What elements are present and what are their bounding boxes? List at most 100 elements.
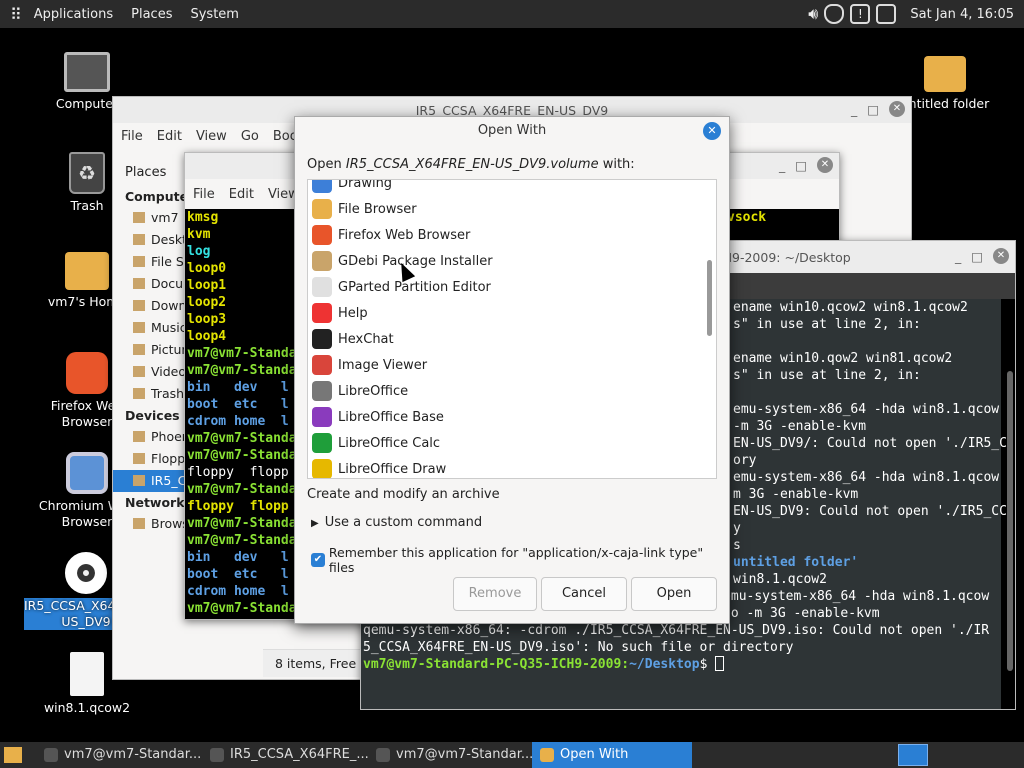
terminal-text: 5_CCSA_X64FRE_EN-US_DV9.iso': No such fi… (363, 640, 794, 655)
app-list-item[interactable]: LibreOffice Calc (312, 430, 440, 456)
prompt-suffix: with: (598, 157, 635, 172)
desktop-icon-label: win8.1.qcow2 (43, 700, 131, 715)
dialog-close-button[interactable]: ✕ (703, 122, 721, 140)
terminal-line: qemu-system-x86_64: -cdrom ./IR5_CCSA_X6… (363, 622, 1001, 639)
sidebar-item-label: vm7 (151, 210, 179, 225)
app-list-label: GParted Partition Editor (338, 279, 491, 295)
chromium-icon (66, 452, 108, 494)
window-list-icon[interactable] (876, 4, 897, 24)
places-menu[interactable]: Places (125, 7, 178, 22)
app-list-item[interactable]: File Browser (312, 196, 417, 222)
app-list-label: Image Viewer (338, 357, 428, 373)
libreoffice-calc-icon (312, 433, 332, 453)
taskbar-button[interactable]: Open With (532, 742, 692, 768)
menu-file[interactable]: File (193, 187, 215, 202)
app-list-label: LibreOffice Draw (338, 461, 447, 477)
maximize-button[interactable]: □ (867, 102, 879, 117)
folder-icon (133, 256, 145, 267)
help-icon (312, 303, 332, 323)
remove-button[interactable]: Remove (453, 577, 537, 611)
app-list-label: Help (338, 305, 368, 321)
remember-checkbox[interactable]: ✔ (311, 553, 325, 567)
disc-icon (65, 552, 107, 594)
notification-icon[interactable]: ! (850, 4, 871, 24)
close-button[interactable]: ✕ (993, 248, 1009, 264)
menu-edit[interactable]: Edit (157, 129, 182, 144)
apps-grid-icon[interactable]: ⠿ (10, 5, 22, 24)
libreoffice-base-icon (312, 407, 332, 427)
drawing-icon (312, 180, 332, 193)
top-panel: ⠿ Applications Places System 🔊︎ ! Sat Ja… (0, 0, 1024, 28)
clock[interactable]: Sat Jan 4, 16:05 (910, 7, 1014, 22)
prompt-filename: IR5_CCSA_X64FRE_EN-US_DV9.volume (345, 157, 599, 172)
app-list-item[interactable]: Drawing (312, 180, 392, 196)
task-icon (210, 748, 224, 762)
libreoffice-icon (312, 381, 332, 401)
taskbar-button[interactable]: vm7@vm7-Standar... (368, 742, 533, 768)
task-icon (376, 748, 390, 762)
taskbar-button[interactable]: vm7@vm7-Standar... (36, 742, 201, 768)
folder-icon (133, 366, 145, 377)
minimize-button[interactable]: _ (955, 249, 961, 264)
menu-edit[interactable]: Edit (229, 187, 254, 202)
application-list[interactable]: Drawing File Browser Firefox Web Browser GD… (307, 179, 717, 479)
dialog-prompt: Open IR5_CCSA_X64FRE_EN-US_DV9.volume wi… (307, 157, 635, 172)
sidebar-item-label: Music (151, 320, 187, 335)
sidebar-item-label: Trash (151, 386, 185, 401)
folder-icon (924, 56, 966, 92)
volume-icon[interactable]: 🔊︎ (808, 4, 818, 24)
folder-icon (133, 300, 145, 311)
terminal-path: ~/Desktop (629, 657, 700, 672)
app-list-item[interactable]: LibreOffice Base (312, 404, 444, 430)
close-button[interactable]: ✕ (889, 101, 905, 117)
gparted-partition-editor-icon (312, 277, 332, 297)
task-label: Open With (560, 747, 629, 762)
app-list-label: LibreOffice Base (338, 409, 444, 425)
task-label: vm7@vm7-Standar... (64, 747, 202, 762)
folder-icon (133, 322, 145, 333)
trash-icon: ♻ (69, 152, 105, 194)
minimize-button[interactable]: _ (851, 102, 857, 117)
folder-icon (133, 518, 145, 529)
expander-arrow-icon: ▶ (311, 518, 319, 529)
prompt-prefix: Open (307, 157, 346, 172)
applications-menu[interactable]: Applications (28, 7, 119, 22)
menu-view[interactable]: View (196, 129, 227, 144)
app-list-item[interactable]: Image Viewer (312, 352, 427, 378)
app-list-label: LibreOffice (338, 383, 409, 399)
show-desktop-icon[interactable] (4, 747, 22, 763)
taskbar-button[interactable]: IR5_CCSA_X64FRE_... (202, 742, 369, 768)
dialog-title: Open With (477, 123, 547, 138)
app-list-item[interactable]: Firefox Web Browser (312, 222, 470, 248)
app-list-item[interactable]: LibreOffice Draw (312, 456, 447, 478)
file-browser-icon (312, 199, 332, 219)
close-button[interactable]: ✕ (817, 157, 833, 173)
minimize-button[interactable]: _ (779, 158, 785, 173)
app-list-item[interactable]: Help (312, 300, 368, 326)
folder-icon (133, 475, 145, 486)
open-button[interactable]: Open (631, 577, 717, 611)
task-icon (44, 748, 58, 762)
cancel-button[interactable]: Cancel (541, 577, 627, 611)
app-list-item[interactable]: HexChat (312, 326, 394, 352)
remember-label: Remember this application for "applicati… (328, 545, 704, 575)
app-list-item[interactable]: LibreOffice (312, 378, 408, 404)
terminal-prompt: vm7@vm7-Standard-PC-Q35-ICH9-2009: (363, 657, 630, 672)
remember-checkbox-row[interactable]: ✔ Remember this application for "applica… (311, 545, 729, 575)
home-folder-icon (65, 252, 109, 290)
system-menu[interactable]: System (184, 7, 244, 22)
gdebi-package-installer-icon (312, 251, 332, 271)
maximize-button[interactable]: □ (795, 158, 807, 173)
menu-file[interactable]: File (121, 129, 143, 144)
custom-command-expander[interactable]: ▶ Use a custom command (311, 515, 482, 530)
workspace-switcher-icon[interactable] (898, 744, 928, 766)
folder-icon (133, 234, 145, 245)
app-list-label: GDebi Package Installer (338, 253, 493, 269)
menu-go[interactable]: Go (241, 129, 259, 144)
folder-icon (133, 278, 145, 289)
terminal-scrollbar[interactable] (1007, 371, 1013, 671)
terminal-text: $ qemu-system-x86_64 -hda win8.1.qcow (699, 589, 990, 604)
maximize-button[interactable]: □ (971, 249, 983, 264)
application-list-scrollbar[interactable] (707, 260, 712, 336)
shield-icon[interactable] (824, 4, 845, 24)
